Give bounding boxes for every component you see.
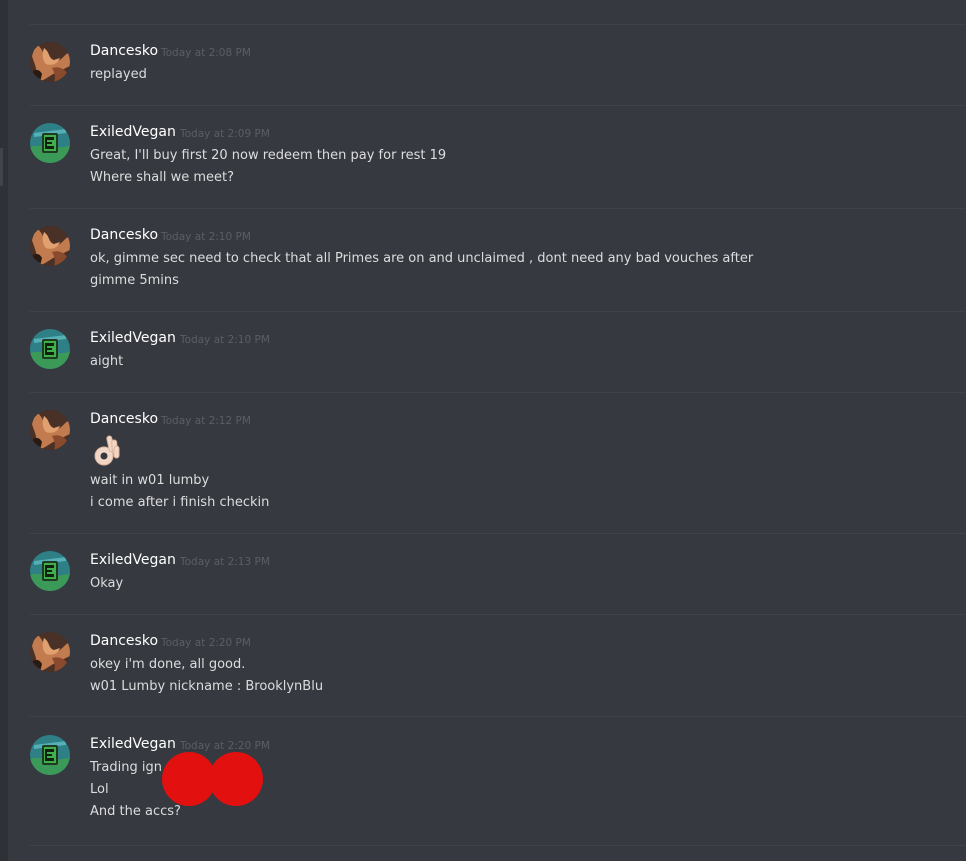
dancer-avatar-icon[interactable] [30,410,70,450]
dancer-avatar-icon[interactable] [30,226,70,266]
username[interactable]: ExiledVegan [90,735,176,753]
redaction-mark [209,752,263,806]
message-text: okey i'm done, all good. [90,657,246,672]
username[interactable]: Dancesko [90,410,158,428]
message-text: And the accs? [90,804,181,819]
timestamp: Today at 2:20 PM [180,740,270,752]
green-badge-avatar-icon[interactable] [30,735,70,775]
message-divider [30,105,966,106]
message-text: i come after i finish checkin [90,495,270,510]
dancer-avatar-icon[interactable] [30,42,70,82]
message-text: gimme 5mins [90,273,179,288]
message-text: Lol [90,782,109,797]
message-text: Great, I'll buy first 20 now redeem then… [90,148,447,163]
username[interactable]: ExiledVegan [90,329,176,347]
message-divider [30,845,966,846]
green-badge-avatar-icon[interactable] [30,551,70,591]
message-list: Dancesko Today at 2:08 PM replayed Exile… [8,0,966,861]
message-divider [30,716,966,717]
message-text: w01 Lumby nickname : BrooklynBlu [90,679,324,694]
message-divider [30,533,966,534]
message-divider [30,311,966,312]
message-text: aight [90,354,124,369]
message-divider [30,392,966,393]
message-divider [30,208,966,209]
redaction-mark [162,752,216,806]
timestamp: Today at 2:10 PM [180,334,270,346]
username[interactable]: ExiledVegan [90,551,176,569]
username[interactable]: Dancesko [90,632,158,650]
timestamp: Today at 2:08 PM [161,47,251,59]
timestamp: Today at 2:10 PM [161,231,251,243]
timestamp: Today at 2:09 PM [180,128,270,140]
username[interactable]: ExiledVegan [90,123,176,141]
message-text: Where shall we meet? [90,170,235,185]
timestamp: Today at 2:20 PM [161,637,251,649]
channel-scroll-rail[interactable] [0,0,8,861]
chat-window: Dancesko Today at 2:08 PM replayed Exile… [0,0,966,861]
message-text: Trading ign [90,760,162,775]
message-divider [30,24,966,25]
dancer-avatar-icon[interactable] [30,632,70,672]
message-text: ok, gimme sec need to check that all Pri… [90,251,754,266]
timestamp: Today at 2:13 PM [180,556,270,568]
username[interactable]: Dancesko [90,42,158,60]
message-text: wait in w01 lumby [90,473,210,488]
timestamp: Today at 2:12 PM [161,415,251,427]
scrollbar-thumb[interactable] [0,148,3,186]
ok-hand-emoji[interactable] [90,434,122,468]
green-badge-avatar-icon[interactable] [30,123,70,163]
message-text: replayed [90,67,147,82]
message-divider [30,614,966,615]
message-text: Okay [90,576,124,591]
username[interactable]: Dancesko [90,226,158,244]
green-badge-avatar-icon[interactable] [30,329,70,369]
